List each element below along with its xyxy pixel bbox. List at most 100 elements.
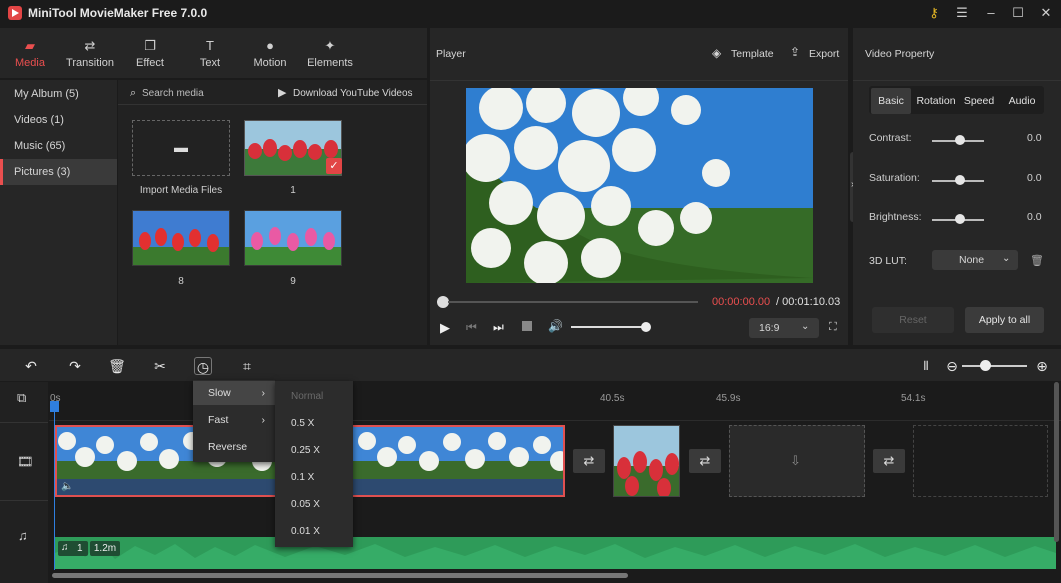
sidebar-item-music[interactable]: Music (65) — [0, 133, 117, 159]
clip-audio-icon[interactable]: 🔈 — [61, 481, 73, 492]
close-button[interactable]: ✕ — [1037, 4, 1055, 22]
folder-icon: ▬ — [174, 139, 188, 155]
export-icon: ⇪ — [790, 45, 801, 59]
reset-button[interactable]: Reset — [872, 307, 954, 333]
submenu-item-0-01x[interactable]: 0.01 X — [291, 526, 320, 537]
tab-rotation[interactable]: Rotation — [914, 88, 958, 114]
zoom-out-icon[interactable]: ⊖ — [943, 357, 961, 375]
transition-slot-button[interactable]: ⇄ — [573, 449, 605, 473]
tab-effect-label: Effect — [136, 57, 164, 69]
aspect-value: 16:9 — [759, 322, 780, 334]
audio-count-badge: ♫ 1 — [58, 541, 88, 556]
undo-icon[interactable]: ↶ — [22, 357, 40, 375]
menu-item-slow[interactable]: Slow › — [193, 381, 275, 405]
elements-icon: ✦ — [324, 38, 336, 53]
media-thumb-8[interactable] — [132, 210, 230, 266]
current-time: 00:00:00.00 — [712, 296, 771, 308]
tab-media[interactable]: ▰ Media — [0, 28, 60, 78]
transition-slot-button[interactable]: ⇄ — [689, 449, 721, 473]
tab-effect[interactable]: ❐ Effect — [120, 28, 180, 78]
lut-select[interactable]: None ⌄ — [932, 250, 1018, 270]
timeline-vertical-scrollbar[interactable] — [1054, 382, 1059, 542]
submenu-item-0-05x[interactable]: 0.05 X — [291, 499, 320, 510]
saturation-label: Saturation: — [869, 172, 920, 184]
folder-icon: ▰ — [25, 38, 35, 53]
submenu-item-normal[interactable]: Normal — [291, 391, 323, 402]
effect-icon: ❐ — [144, 38, 156, 53]
play-icon[interactable]: ▶ — [440, 320, 450, 336]
zoom-slider[interactable] — [962, 365, 1027, 367]
menu-item-reverse[interactable]: Reverse — [193, 435, 275, 459]
empty-clip-slot[interactable]: ⇩ — [729, 425, 865, 497]
audio-clip[interactable] — [55, 537, 1056, 569]
tab-elements[interactable]: ✦ Elements — [300, 28, 360, 78]
slow-submenu: Normal 0.5 X 0.25 X 0.1 X 0.05 X 0.01 X — [275, 381, 353, 547]
timeline-scrollbar[interactable] — [52, 573, 628, 578]
contrast-label: Contrast: — [869, 132, 912, 144]
redo-icon[interactable]: ↷ — [66, 357, 84, 375]
tab-elements-label: Elements — [307, 57, 353, 69]
menu-icon[interactable]: ☰ — [953, 4, 971, 22]
music-track-icon: ♫ — [18, 528, 28, 543]
picture-clip[interactable] — [613, 425, 680, 497]
download-youtube-link[interactable]: Download YouTube Videos — [293, 88, 413, 99]
seek-bar[interactable] — [448, 301, 698, 303]
sidebar-item-my-album[interactable]: My Album (5) — [0, 81, 117, 107]
sidebar-item-pictures[interactable]: Pictures (3) — [0, 159, 117, 185]
contrast-value: 0.0 — [1027, 132, 1042, 144]
template-button[interactable]: Template — [731, 48, 774, 60]
saturation-value: 0.0 — [1027, 172, 1042, 184]
key-icon[interactable]: ⚷ — [925, 4, 943, 22]
tulips-pink-image — [245, 211, 341, 265]
search-input[interactable]: Search media — [142, 88, 204, 99]
library-sidebar: My Album (5) Videos (1) Music (65) Pictu… — [0, 80, 117, 345]
speed-menu: Slow › Fast › Reverse — [193, 380, 275, 462]
next-frame-icon[interactable]: ⏭ — [493, 320, 504, 335]
video-preview — [466, 88, 813, 283]
saturation-knob[interactable] — [955, 175, 965, 185]
tab-motion[interactable]: ● Motion — [240, 28, 300, 78]
submenu-item-0-5x[interactable]: 0.5 X — [291, 418, 314, 429]
import-media-button[interactable]: ▬ — [132, 120, 230, 176]
export-button[interactable]: Export — [809, 48, 839, 60]
tab-speed[interactable]: Speed — [960, 88, 998, 114]
volume-knob[interactable] — [641, 322, 651, 332]
audio-count: 1 — [77, 543, 83, 554]
property-title: Video Property — [865, 48, 935, 60]
contrast-knob[interactable] — [955, 135, 965, 145]
sidebar-item-videos[interactable]: Videos (1) — [0, 107, 117, 133]
trash-icon[interactable]: 🗑 — [1030, 254, 1044, 267]
menu-item-fast[interactable]: Fast › — [193, 408, 275, 432]
stop-icon[interactable] — [522, 321, 532, 331]
submenu-item-0-1x[interactable]: 0.1 X — [291, 472, 314, 483]
text-icon: T — [206, 38, 214, 53]
split-icon[interactable]: ✂ — [151, 357, 169, 375]
volume-icon[interactable]: 🔊 — [548, 319, 563, 333]
minimize-button[interactable]: – — [982, 4, 1000, 22]
submenu-item-0-25x[interactable]: 0.25 X — [291, 445, 320, 456]
zoom-knob[interactable] — [980, 360, 991, 371]
previous-frame-icon[interactable]: ⏮ — [466, 320, 477, 335]
aspect-select[interactable]: 16:9 ⌄ — [749, 318, 819, 338]
tab-audio[interactable]: Audio — [1002, 88, 1042, 114]
chevron-right-icon: › — [261, 387, 266, 399]
tab-transition[interactable]: ⇄ Transition — [60, 28, 120, 78]
apply-to-all-button[interactable]: Apply to all — [965, 307, 1044, 333]
audio-waveform — [55, 543, 1056, 569]
transition-slot-button[interactable]: ⇄ — [873, 449, 905, 473]
maximize-button[interactable]: ☐ — [1009, 4, 1027, 22]
crop-icon[interactable]: ⌗ — [238, 357, 256, 375]
brightness-knob[interactable] — [955, 214, 965, 224]
tab-basic[interactable]: Basic — [871, 88, 911, 114]
fullscreen-icon[interactable]: ⛶ — [829, 321, 837, 334]
media-thumb-9[interactable] — [244, 210, 342, 266]
delete-icon[interactable]: 🗑 — [108, 357, 126, 375]
fit-timeline-icon[interactable]: ⦀ — [917, 357, 935, 375]
add-track-icon[interactable]: ⧉ — [17, 390, 26, 406]
zoom-in-icon[interactable]: ⊕ — [1033, 357, 1051, 375]
menu-item-slow-label: Slow — [208, 387, 231, 399]
volume-slider[interactable] — [571, 326, 646, 328]
speed-icon[interactable]: ◷ — [194, 357, 212, 375]
empty-clip-slot[interactable] — [913, 425, 1048, 497]
tab-text[interactable]: T Text — [180, 28, 240, 78]
